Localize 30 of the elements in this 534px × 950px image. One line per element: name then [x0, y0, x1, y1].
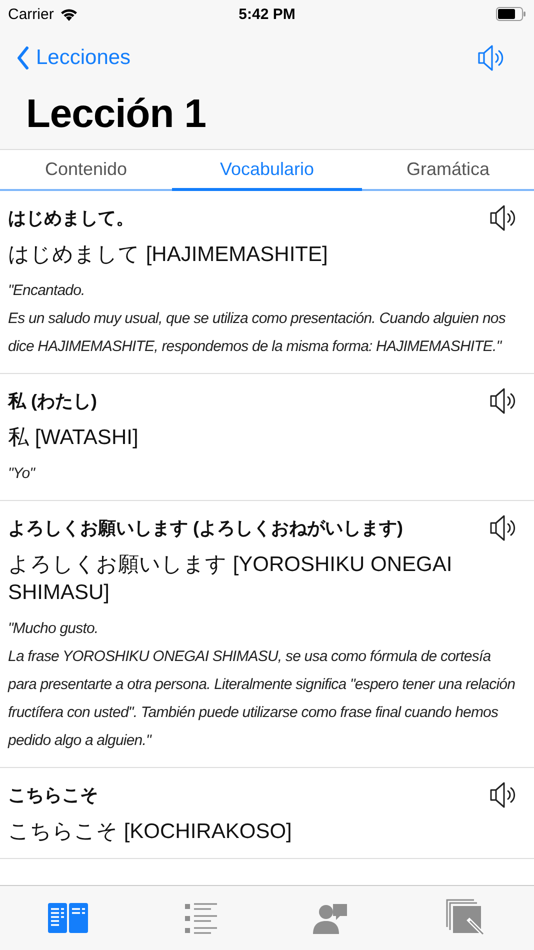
word-reading: よろしくお願いします [YOROSHIKU ONEGAI SHIMASU]	[8, 552, 454, 606]
segment-tab[interactable]: Contenido	[0, 150, 172, 189]
page-title: Lección 1	[26, 92, 208, 137]
time-label: 5:42 PM	[238, 6, 296, 22]
speaker-icon[interactable]	[488, 780, 518, 810]
speaker-button-icon[interactable]	[476, 43, 506, 73]
back-button[interactable]: Lecciones	[16, 46, 131, 70]
word-description: "Mucho gusto. La frase YOROSHIKU ONEGAI SHIMASU, se usa como fórmula de cortesía para presentarte a otra persona. Literalmente significa "espero tener una relación fructífera con usted". También puede utilizarse como frase final cuando hemos pedido algo a alguien."	[8, 619, 516, 751]
word-title: こちらこそ	[8, 784, 98, 807]
word-title: はじめまして。	[8, 207, 134, 230]
word-title: 私 (わたし)	[8, 390, 97, 413]
speaker-icon[interactable]	[488, 513, 518, 543]
battery-icon	[496, 7, 526, 21]
speaker-icon[interactable]	[488, 203, 518, 233]
segment-tab[interactable]: Vocabulario	[172, 150, 362, 191]
word-description: "Encantado. Es un saludo muy usual, que se utiliza como presentación. Cuando alguien nos dice HAJIMEMASHITE, respondemos de la misma forma: HAJIMEMASHITE."	[8, 281, 506, 357]
stacked-pages-icon	[446, 899, 486, 937]
word-reading: こちらこそ [KOCHIRAKOSO]	[8, 819, 293, 845]
word-title: よろしくお願いします (よろしくおねがいします)	[8, 517, 403, 540]
word-reading: はじめまして [HAJIMEMASHITE]	[8, 242, 329, 268]
carrier-label: Carrier	[8, 6, 54, 22]
chevron-icon	[16, 46, 30, 70]
book-icon	[48, 903, 88, 933]
word-description: "Yo"	[8, 464, 36, 484]
speaker-icon[interactable]	[488, 386, 518, 416]
person-speech-icon	[313, 902, 350, 934]
wifi-icon	[60, 8, 78, 20]
word-reading: 私 [WATASHI]	[8, 425, 140, 451]
segment-tab[interactable]: Gramática	[362, 150, 534, 189]
list-icon	[184, 902, 217, 934]
